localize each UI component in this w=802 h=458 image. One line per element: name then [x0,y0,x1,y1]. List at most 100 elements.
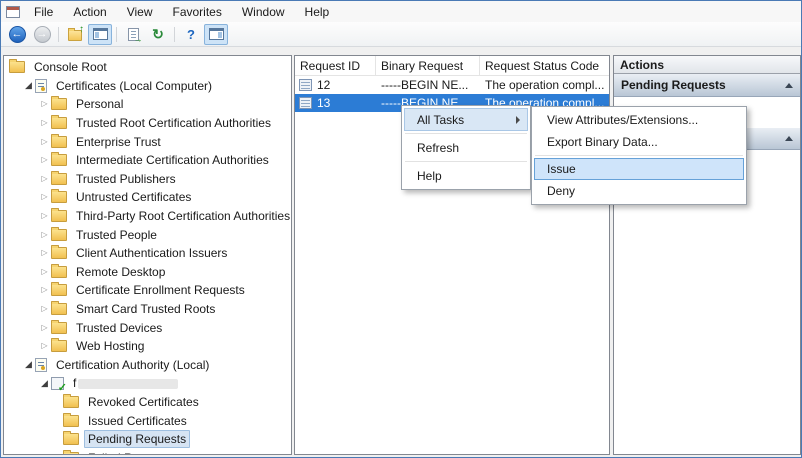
back-button[interactable] [5,24,29,45]
menu-item-issue[interactable]: Issue [534,158,744,180]
column-header-request-status-code[interactable]: Request Status Code [480,56,609,75]
folder-icon [51,229,67,241]
menu-window[interactable]: Window [232,1,295,22]
expander-icon[interactable] [22,360,35,369]
tree-item-ca-server[interactable]: f [4,374,291,393]
menu-item-deny[interactable]: Deny [534,180,744,202]
show-action-pane-button[interactable] [204,24,228,45]
expander-icon[interactable] [38,231,51,239]
tree-item-console-root[interactable]: Console Root [4,58,291,77]
ca-server-icon [51,377,64,390]
ca-name-prefix: f [73,376,76,390]
show-console-tree-button[interactable] [88,24,112,45]
tree-item-remote-desktop[interactable]: Remote Desktop [4,263,291,282]
up-one-level-button[interactable] [63,24,87,45]
request-id: 12 [317,78,330,92]
toolbar-separator [116,27,117,42]
tree-item-client-authentication-issuers[interactable]: Client Authentication Issuers [4,244,291,263]
expander-icon[interactable] [38,305,51,313]
tree-item-web-hosting[interactable]: Web Hosting [4,337,291,356]
expander-icon[interactable] [38,156,51,164]
tree-item-enterprise-trust[interactable]: Enterprise Trust [4,132,291,151]
help-button[interactable] [179,24,203,45]
toolbar [1,22,801,47]
menu-item-refresh[interactable]: Refresh [404,136,528,159]
back-icon [9,26,26,43]
menu-separator [405,161,527,162]
folder-icon [51,191,67,203]
tree-item-certificate-enrollment-requests[interactable]: Certificate Enrollment Requests [4,281,291,300]
refresh-button[interactable] [146,24,170,45]
tree-item-pending-requests[interactable]: Pending Requests [4,430,291,449]
list-header: Request ID Binary Request Request Status… [295,56,609,76]
export-list-button[interactable] [121,24,145,45]
console-window-icon[interactable] [6,6,20,18]
column-header-binary-request[interactable]: Binary Request [376,56,480,75]
actions-section-pending-requests[interactable]: Pending Requests [614,74,800,97]
folder-icon [63,396,79,408]
expander-icon[interactable] [38,100,51,108]
menu-action[interactable]: Action [63,1,116,22]
menu-help[interactable]: Help [295,1,340,22]
redacted-ca-name [78,379,178,389]
folder-icon [63,433,79,445]
forward-icon [34,26,51,43]
menu-item-all-tasks[interactable]: All Tasks [404,108,528,131]
expander-icon[interactable] [38,138,51,146]
export-list-icon [128,28,139,41]
column-header-request-id[interactable]: Request ID [295,56,376,75]
request-icon [299,79,312,91]
menu-file[interactable]: File [24,1,63,22]
tree-item-trusted-devices[interactable]: Trusted Devices [4,318,291,337]
folder-icon [51,210,67,222]
tree-item-untrusted-certificates[interactable]: Untrusted Certificates [4,188,291,207]
folder-icon [51,303,67,315]
section-label: Pending Requests [621,78,726,92]
console-tree-pane: Console Root Certificates (Local Compute… [3,55,292,455]
expander-icon[interactable] [38,342,51,350]
request-id: 13 [317,96,330,110]
menu-bar: File Action View Favorites Window Help [1,1,801,22]
tree-item-trusted-people[interactable]: Trusted People [4,225,291,244]
expander-icon[interactable] [38,249,51,257]
menu-item-export-binary-data[interactable]: Export Binary Data... [534,131,744,153]
tree-item-revoked-certificates[interactable]: Revoked Certificates [4,393,291,412]
folder-icon [51,340,67,352]
mmc-console-window: File Action View Favorites Window Help C… [0,0,802,458]
tree-item-trusted-publishers[interactable]: Trusted Publishers [4,170,291,189]
tree-item-certification-authority-local[interactable]: Certification Authority (Local) [4,356,291,375]
folder-icon [51,322,67,334]
expander-icon[interactable] [38,119,51,127]
menu-view[interactable]: View [117,1,163,22]
tree-item-intermediate-certification-authorities[interactable]: Intermediate Certification Authorities [4,151,291,170]
expander-icon[interactable] [38,379,51,388]
collapse-section-icon [785,83,793,88]
tree-item-trusted-root-certification-authorities[interactable]: Trusted Root Certification Authorities [4,114,291,133]
expander-icon[interactable] [38,286,51,294]
folder-icon [51,247,67,259]
all-tasks-submenu: View Attributes/Extensions... Export Bin… [531,106,747,205]
forward-button[interactable] [30,24,54,45]
menu-item-view-attributes-extensions[interactable]: View Attributes/Extensions... [534,109,744,131]
expander-icon[interactable] [38,175,51,183]
up-one-level-icon [68,30,82,41]
tree-item-failed-requests[interactable]: Failed Requests [4,448,291,455]
expander-icon[interactable] [38,268,51,276]
tree-item-smart-card-trusted-roots[interactable]: Smart Card Trusted Roots [4,300,291,319]
show-action-pane-icon [209,28,224,40]
refresh-icon [152,27,164,41]
folder-icon [51,284,67,296]
tree-item-third-party-root-certification-authorities[interactable]: Third-Party Root Certification Authoriti… [4,207,291,226]
expander-icon[interactable] [38,324,51,332]
menu-favorites[interactable]: Favorites [163,1,232,22]
expander-icon[interactable] [38,212,51,220]
request-row-12[interactable]: 12 -----BEGIN NE... The operation compl.… [295,76,609,94]
tree-item-personal[interactable]: Personal [4,95,291,114]
menu-separator [405,133,527,134]
tree-item-issued-certificates[interactable]: Issued Certificates [4,411,291,430]
tree-item-certificates-local-computer[interactable]: Certificates (Local Computer) [4,77,291,96]
expander-icon[interactable] [22,81,35,90]
expander-icon[interactable] [38,193,51,201]
folder-icon [51,173,67,185]
menu-item-help[interactable]: Help [404,164,528,187]
